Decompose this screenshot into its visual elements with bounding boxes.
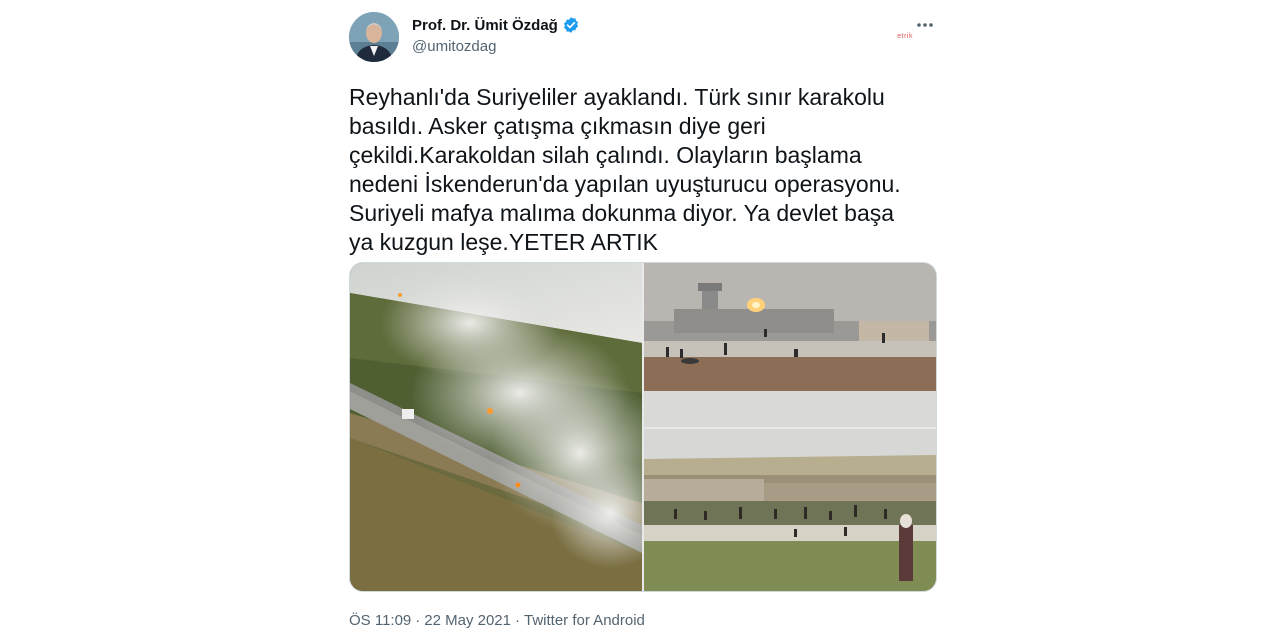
crowd-field-photo[interactable]	[644, 429, 936, 591]
tweet-time[interactable]: ÖS 11:09	[349, 612, 411, 629]
border-fire-photo[interactable]	[350, 263, 642, 591]
border-post-crowd-photo[interactable]	[644, 263, 936, 427]
meta-separator: ·	[515, 612, 520, 629]
verified-badge-icon	[562, 16, 580, 34]
watermark-text: etrik	[897, 33, 913, 40]
tweet-text: Reyhanlı'da Suriyeliler ayaklandı. Türk …	[349, 84, 901, 255]
meta-separator: ·	[415, 612, 421, 629]
avatar[interactable]	[349, 12, 399, 62]
author-handle[interactable]: @umitozdag	[412, 38, 496, 55]
tweet-date[interactable]: 22 May 2021	[424, 612, 511, 629]
more-dots-icon[interactable]	[913, 14, 937, 36]
author-name-row[interactable]: Prof. Dr. Ümit Özdağ	[412, 16, 580, 34]
tweet-meta: ÖS 11:09 · 22 May 2021 · Twitter for And…	[349, 612, 645, 629]
tweet-media-grid[interactable]	[349, 262, 937, 592]
author-display-name[interactable]: Prof. Dr. Ümit Özdağ	[412, 17, 558, 34]
tweet: Prof. Dr. Ümit Özdağ @umitozdag etrik Re…	[349, 0, 937, 640]
tweet-source[interactable]: Twitter for Android	[524, 612, 645, 629]
